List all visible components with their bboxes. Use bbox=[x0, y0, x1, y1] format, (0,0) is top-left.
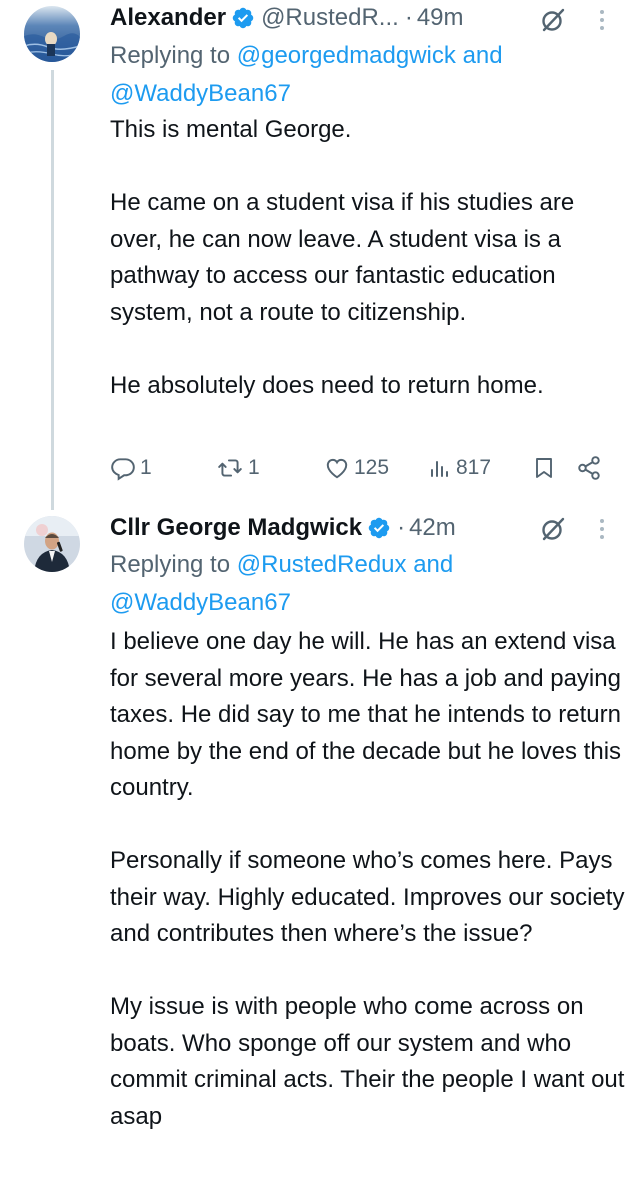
action-bar: 1 1 125 817 bbox=[110, 448, 620, 488]
verified-badge-icon bbox=[231, 6, 255, 30]
tweet-paragraph: He absolutely does need to return home. bbox=[110, 371, 544, 399]
avatar-image bbox=[24, 516, 80, 572]
replying-and: and bbox=[413, 551, 454, 578]
timestamp[interactable]: 42m bbox=[409, 514, 456, 542]
views-count: 817 bbox=[456, 456, 492, 479]
tweet-alexander[interactable]: Alexander @RustedR... · 49m Replying to … bbox=[0, 0, 640, 500]
handle[interactable]: @RustedR... bbox=[261, 4, 399, 32]
like-icon bbox=[324, 455, 350, 481]
tweet-text: I believe one day he will. He has an ext… bbox=[110, 624, 628, 1135]
grok-icon[interactable] bbox=[540, 516, 566, 542]
views-button[interactable]: 817 bbox=[428, 448, 491, 488]
tweet-paragraph: Personally if someone who’s comes here. … bbox=[110, 847, 625, 947]
mention-link[interactable]: @RustedRedux bbox=[237, 551, 407, 578]
repost-button[interactable]: 1 bbox=[216, 448, 260, 488]
tweet-paragraph: I believe one day he will. He has an ext… bbox=[110, 628, 622, 801]
avatar[interactable] bbox=[24, 6, 80, 62]
grok-icon[interactable] bbox=[540, 7, 566, 33]
repost-count: 1 bbox=[248, 456, 260, 479]
avatar[interactable] bbox=[24, 516, 80, 572]
replying-to: Replying to @georgedmadgwick and @WaddyB… bbox=[110, 37, 628, 113]
timestamp[interactable]: 49m bbox=[417, 4, 464, 32]
avatar-image bbox=[24, 6, 80, 62]
replying-and: and bbox=[462, 42, 503, 69]
like-count: 125 bbox=[354, 456, 390, 479]
tweet-paragraph: He came on a student visa if his studies… bbox=[110, 189, 575, 326]
views-icon bbox=[428, 455, 452, 481]
verified-badge-icon bbox=[367, 516, 391, 540]
tweet-george-madgwick[interactable]: Cllr George Madgwick · 42m Replying to @… bbox=[0, 500, 640, 1200]
replying-to-label: Replying to bbox=[110, 551, 231, 578]
reply-icon bbox=[110, 455, 136, 481]
replying-to-label: Replying to bbox=[110, 42, 231, 69]
thread-line bbox=[51, 70, 54, 500]
reply-button[interactable]: 1 bbox=[110, 448, 152, 488]
mention-link[interactable]: @WaddyBean67 bbox=[110, 589, 291, 616]
thread-line bbox=[51, 500, 54, 510]
more-icon[interactable] bbox=[598, 6, 606, 34]
bookmark-button[interactable] bbox=[532, 448, 556, 488]
share-icon bbox=[576, 455, 602, 481]
bookmark-icon bbox=[532, 454, 556, 482]
display-name[interactable]: Alexander bbox=[110, 4, 226, 32]
like-button[interactable]: 125 bbox=[324, 448, 389, 488]
mention-link[interactable]: @georgedmadgwick bbox=[237, 42, 456, 69]
separator: · bbox=[397, 514, 406, 541]
more-icon[interactable] bbox=[598, 515, 606, 543]
reply-count: 1 bbox=[140, 456, 152, 479]
separator: · bbox=[404, 4, 413, 31]
replying-to: Replying to @RustedRedux and @WaddyBean6… bbox=[110, 546, 628, 622]
tweet-text: This is mental George. He came on a stud… bbox=[110, 112, 628, 404]
mention-link[interactable]: @WaddyBean67 bbox=[110, 80, 291, 107]
tweet-paragraph: My issue is with people who come across … bbox=[110, 993, 625, 1130]
share-button[interactable] bbox=[576, 448, 602, 488]
display-name[interactable]: Cllr George Madgwick bbox=[110, 514, 362, 542]
repost-icon bbox=[216, 455, 244, 481]
tweet-paragraph: This is mental George. bbox=[110, 116, 352, 143]
